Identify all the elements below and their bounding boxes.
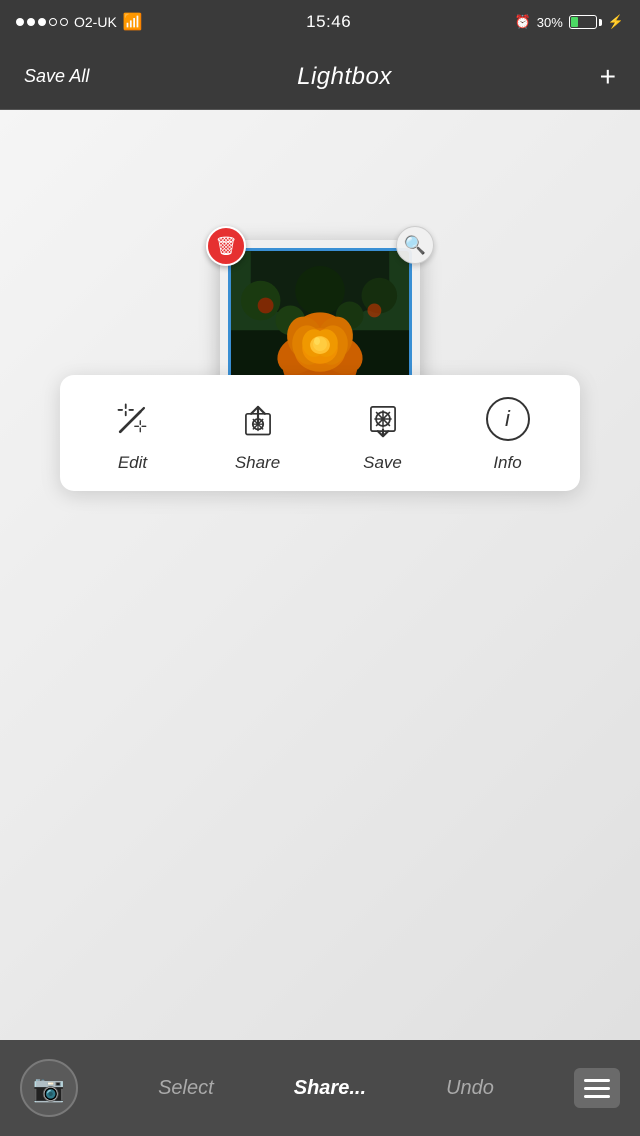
signal-dot-3 [38,18,46,26]
info-icon-wrap: i [482,393,534,445]
undo-button[interactable]: Undo [446,1077,494,1100]
status-left: O2-UK 📶 [16,12,143,32]
nav-title: Lightbox [297,63,392,91]
trash-icon: 🗑 [215,236,238,257]
camera-button[interactable]: 📷 [20,1059,78,1117]
share-icon [239,400,277,438]
delete-button[interactable]: 🗑 [206,226,246,266]
save-icon-wrap [357,393,409,445]
add-button[interactable]: + [600,63,616,91]
carrier-label: O2-UK [74,14,117,30]
info-action[interactable]: i Info [445,393,570,473]
save-action[interactable]: Save [320,393,445,473]
edit-action[interactable]: Edit [70,393,195,473]
select-button[interactable]: Select [158,1077,214,1100]
share-action[interactable]: Share [195,393,320,473]
zoom-icon: 🔍 [404,235,426,256]
edit-label: Edit [118,453,147,473]
wifi-icon: 📶 [123,12,143,32]
camera-icon: 📷 [33,1073,65,1104]
menu-line-3 [584,1095,610,1098]
menu-button[interactable] [574,1068,620,1108]
nav-bar: Save All Lightbox + [0,44,640,110]
bottom-toolbar: 📷 Select Share... Undo [0,1040,640,1136]
info-icon: i [486,397,530,441]
edit-icon-wrap [107,393,159,445]
signal-dot-4 [49,18,57,26]
zoom-button[interactable]: 🔍 [396,226,434,264]
alarm-icon: ⏰ [515,14,531,30]
save-icon [364,400,402,438]
menu-line-2 [584,1087,610,1090]
battery-fill [571,17,578,27]
charging-icon: ⚡ [608,14,624,30]
signal-dots [16,18,68,26]
edit-icon [113,399,153,439]
action-menu: Edit Share [60,375,580,491]
signal-dot-5 [60,18,68,26]
status-time: 15:46 [306,12,351,32]
main-content: 🗑 🔍 [0,110,640,1040]
battery-tip [599,19,602,26]
status-bar: O2-UK 📶 15:46 ⏰ 30% ⚡ [0,0,640,44]
toolbar-share-button[interactable]: Share... [294,1077,366,1100]
save-all-button[interactable]: Save All [24,66,89,87]
menu-line-1 [584,1079,610,1082]
signal-dot-2 [27,18,35,26]
save-label: Save [363,453,402,473]
signal-dot-1 [16,18,24,26]
battery-body [569,15,597,29]
info-label: Info [493,453,521,473]
share-label: Share [235,453,280,473]
battery-percent: 30% [537,15,563,30]
share-icon-wrap [232,393,284,445]
status-right: ⏰ 30% ⚡ [515,14,624,30]
battery-indicator [569,15,602,29]
